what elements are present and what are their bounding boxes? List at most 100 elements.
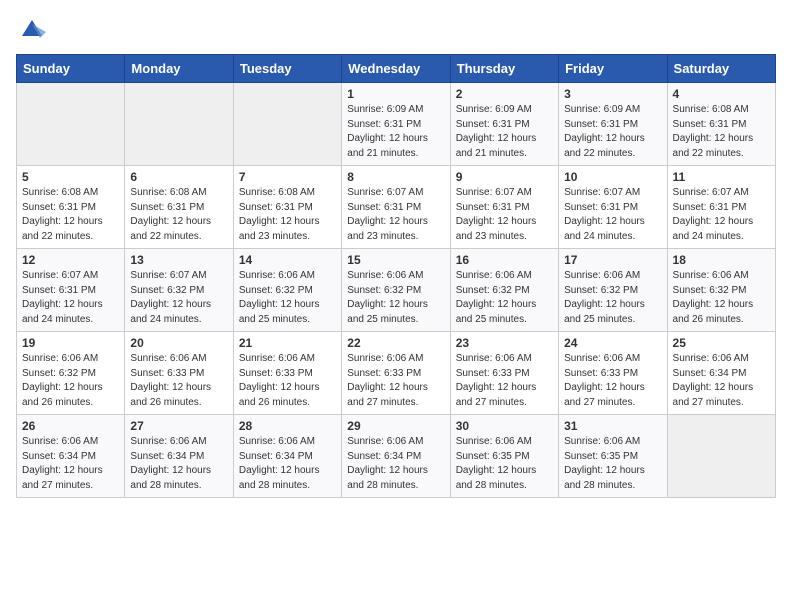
day-info: Sunrise: 6:08 AM Sunset: 6:31 PM Dayligh… [22, 186, 119, 244]
calendar-cell: 29 Sunrise: 6:06 AM Sunset: 6:34 PM Dayli… [342, 415, 450, 498]
day-info: Sunrise: 6:06 AM Sunset: 6:32 PM Dayligh… [456, 269, 553, 327]
day-number: 29 [347, 419, 444, 433]
calendar-cell: 24 Sunrise: 6:06 AM Sunset: 6:33 PM Dayli… [559, 332, 667, 415]
calendar-cell: 13 Sunrise: 6:07 AM Sunset: 6:32 PM Dayli… [125, 249, 233, 332]
calendar-week-3: 12Sunrise: 6:07 AM Sunset: 6:31 PM Dayli… [17, 249, 776, 332]
calendar-week-2: 5 Sunrise: 6:08 AM Sunset: 6:31 PM Daylig… [17, 166, 776, 249]
calendar-cell: 2 Sunrise: 6:09 AM Sunset: 6:31 PM Daylig… [450, 83, 558, 166]
day-info: Sunrise: 6:06 AM Sunset: 6:35 PM Dayligh… [564, 435, 661, 493]
day-number: 28 [239, 419, 336, 433]
day-number: 7 [239, 170, 336, 184]
day-info: Sunrise: 6:09 AM Sunset: 6:31 PM Dayligh… [564, 103, 661, 161]
calendar-cell: 9 Sunrise: 6:07 AM Sunset: 6:31 PM Daylig… [450, 166, 558, 249]
day-number: 30 [456, 419, 553, 433]
day-info: Sunrise: 6:07 AM Sunset: 6:31 PM Dayligh… [456, 186, 553, 244]
day-number: 12 [22, 253, 119, 267]
calendar-body: 1 Sunrise: 6:09 AM Sunset: 6:31 PM Daylig… [17, 83, 776, 498]
day-number: 11 [673, 170, 770, 184]
calendar-cell: 17Sunrise: 6:06 AM Sunset: 6:32 PM Dayli… [559, 249, 667, 332]
day-number: 25 [673, 336, 770, 350]
calendar-cell [17, 83, 125, 166]
day-number: 23 [456, 336, 553, 350]
day-info: Sunrise: 6:07 AM Sunset: 6:31 PM Dayligh… [673, 186, 770, 244]
calendar-cell: 5 Sunrise: 6:08 AM Sunset: 6:31 PM Daylig… [17, 166, 125, 249]
day-number: 19 [22, 336, 119, 350]
day-number: 13 [130, 253, 227, 267]
day-number: 8 [347, 170, 444, 184]
calendar-cell: 8 Sunrise: 6:07 AM Sunset: 6:31 PM Daylig… [342, 166, 450, 249]
weekday-header-row: SundayMondayTuesdayWednesdayThursdayFrid… [17, 55, 776, 83]
day-number: 1 [347, 87, 444, 101]
day-number: 31 [564, 419, 661, 433]
day-info: Sunrise: 6:06 AM Sunset: 6:33 PM Dayligh… [130, 352, 227, 410]
calendar-cell: 15 Sunrise: 6:06 AM Sunset: 6:32 PM Dayli… [342, 249, 450, 332]
day-info: Sunrise: 6:06 AM Sunset: 6:33 PM Dayligh… [347, 352, 444, 410]
calendar-cell: 18 Sunrise: 6:06 AM Sunset: 6:32 PM Dayli… [667, 249, 775, 332]
day-info: Sunrise: 6:06 AM Sunset: 6:34 PM Dayligh… [239, 435, 336, 493]
day-info: Sunrise: 6:06 AM Sunset: 6:32 PM Dayligh… [239, 269, 336, 327]
calendar-week-4: 19Sunrise: 6:06 AM Sunset: 6:32 PM Dayli… [17, 332, 776, 415]
day-number: 10 [564, 170, 661, 184]
weekday-header-thursday: Thursday [450, 55, 558, 83]
weekday-header-friday: Friday [559, 55, 667, 83]
day-number: 21 [239, 336, 336, 350]
calendar-cell: 28 Sunrise: 6:06 AM Sunset: 6:34 PM Dayli… [233, 415, 341, 498]
day-info: Sunrise: 6:06 AM Sunset: 6:32 PM Dayligh… [347, 269, 444, 327]
weekday-header-tuesday: Tuesday [233, 55, 341, 83]
day-info: Sunrise: 6:06 AM Sunset: 6:33 PM Dayligh… [456, 352, 553, 410]
calendar-cell: 12Sunrise: 6:07 AM Sunset: 6:31 PM Dayli… [17, 249, 125, 332]
calendar-cell: 27Sunrise: 6:06 AM Sunset: 6:34 PM Dayli… [125, 415, 233, 498]
calendar-cell: 19Sunrise: 6:06 AM Sunset: 6:32 PM Dayli… [17, 332, 125, 415]
logo-icon [18, 14, 46, 42]
day-number: 18 [673, 253, 770, 267]
day-info: Sunrise: 6:06 AM Sunset: 6:33 PM Dayligh… [564, 352, 661, 410]
day-number: 2 [456, 87, 553, 101]
day-number: 5 [22, 170, 119, 184]
calendar-cell: 26 Sunrise: 6:06 AM Sunset: 6:34 PM Dayli… [17, 415, 125, 498]
day-info: Sunrise: 6:07 AM Sunset: 6:31 PM Dayligh… [347, 186, 444, 244]
calendar-cell: 31 Sunrise: 6:06 AM Sunset: 6:35 PM Dayli… [559, 415, 667, 498]
day-number: 4 [673, 87, 770, 101]
day-info: Sunrise: 6:06 AM Sunset: 6:34 PM Dayligh… [673, 352, 770, 410]
day-info: Sunrise: 6:06 AM Sunset: 6:32 PM Dayligh… [564, 269, 661, 327]
day-number: 9 [456, 170, 553, 184]
day-number: 20 [130, 336, 227, 350]
day-number: 27 [130, 419, 227, 433]
day-info: Sunrise: 6:07 AM Sunset: 6:32 PM Dayligh… [130, 269, 227, 327]
day-number: 15 [347, 253, 444, 267]
calendar-cell: 20 Sunrise: 6:06 AM Sunset: 6:33 PM Dayli… [125, 332, 233, 415]
day-info: Sunrise: 6:06 AM Sunset: 6:34 PM Dayligh… [347, 435, 444, 493]
calendar-cell: 6 Sunrise: 6:08 AM Sunset: 6:31 PM Daylig… [125, 166, 233, 249]
page-header [16, 16, 776, 42]
day-info: Sunrise: 6:08 AM Sunset: 6:31 PM Dayligh… [239, 186, 336, 244]
day-info: Sunrise: 6:07 AM Sunset: 6:31 PM Dayligh… [564, 186, 661, 244]
day-info: Sunrise: 6:08 AM Sunset: 6:31 PM Dayligh… [673, 103, 770, 161]
calendar-cell: 21 Sunrise: 6:06 AM Sunset: 6:33 PM Dayli… [233, 332, 341, 415]
day-info: Sunrise: 6:09 AM Sunset: 6:31 PM Dayligh… [456, 103, 553, 161]
day-number: 24 [564, 336, 661, 350]
day-info: Sunrise: 6:08 AM Sunset: 6:31 PM Dayligh… [130, 186, 227, 244]
calendar-cell: 1 Sunrise: 6:09 AM Sunset: 6:31 PM Daylig… [342, 83, 450, 166]
calendar-week-5: 26 Sunrise: 6:06 AM Sunset: 6:34 PM Dayli… [17, 415, 776, 498]
day-number: 6 [130, 170, 227, 184]
day-info: Sunrise: 6:06 AM Sunset: 6:34 PM Dayligh… [22, 435, 119, 493]
day-number: 14 [239, 253, 336, 267]
calendar-cell: 23 Sunrise: 6:06 AM Sunset: 6:33 PM Dayli… [450, 332, 558, 415]
day-info: Sunrise: 6:06 AM Sunset: 6:33 PM Dayligh… [239, 352, 336, 410]
calendar-cell: 7 Sunrise: 6:08 AM Sunset: 6:31 PM Daylig… [233, 166, 341, 249]
logo [16, 16, 46, 42]
calendar-cell: 16 Sunrise: 6:06 AM Sunset: 6:32 PM Dayli… [450, 249, 558, 332]
calendar-cell [233, 83, 341, 166]
day-info: Sunrise: 6:09 AM Sunset: 6:31 PM Dayligh… [347, 103, 444, 161]
calendar-cell: 22Sunrise: 6:06 AM Sunset: 6:33 PM Dayli… [342, 332, 450, 415]
calendar-cell: 30 Sunrise: 6:06 AM Sunset: 6:35 PM Dayli… [450, 415, 558, 498]
day-number: 26 [22, 419, 119, 433]
weekday-header-sunday: Sunday [17, 55, 125, 83]
day-info: Sunrise: 6:06 AM Sunset: 6:35 PM Dayligh… [456, 435, 553, 493]
calendar-week-1: 1 Sunrise: 6:09 AM Sunset: 6:31 PM Daylig… [17, 83, 776, 166]
calendar-cell: 4 Sunrise: 6:08 AM Sunset: 6:31 PM Daylig… [667, 83, 775, 166]
weekday-header-saturday: Saturday [667, 55, 775, 83]
day-number: 3 [564, 87, 661, 101]
day-number: 16 [456, 253, 553, 267]
day-info: Sunrise: 6:06 AM Sunset: 6:32 PM Dayligh… [673, 269, 770, 327]
